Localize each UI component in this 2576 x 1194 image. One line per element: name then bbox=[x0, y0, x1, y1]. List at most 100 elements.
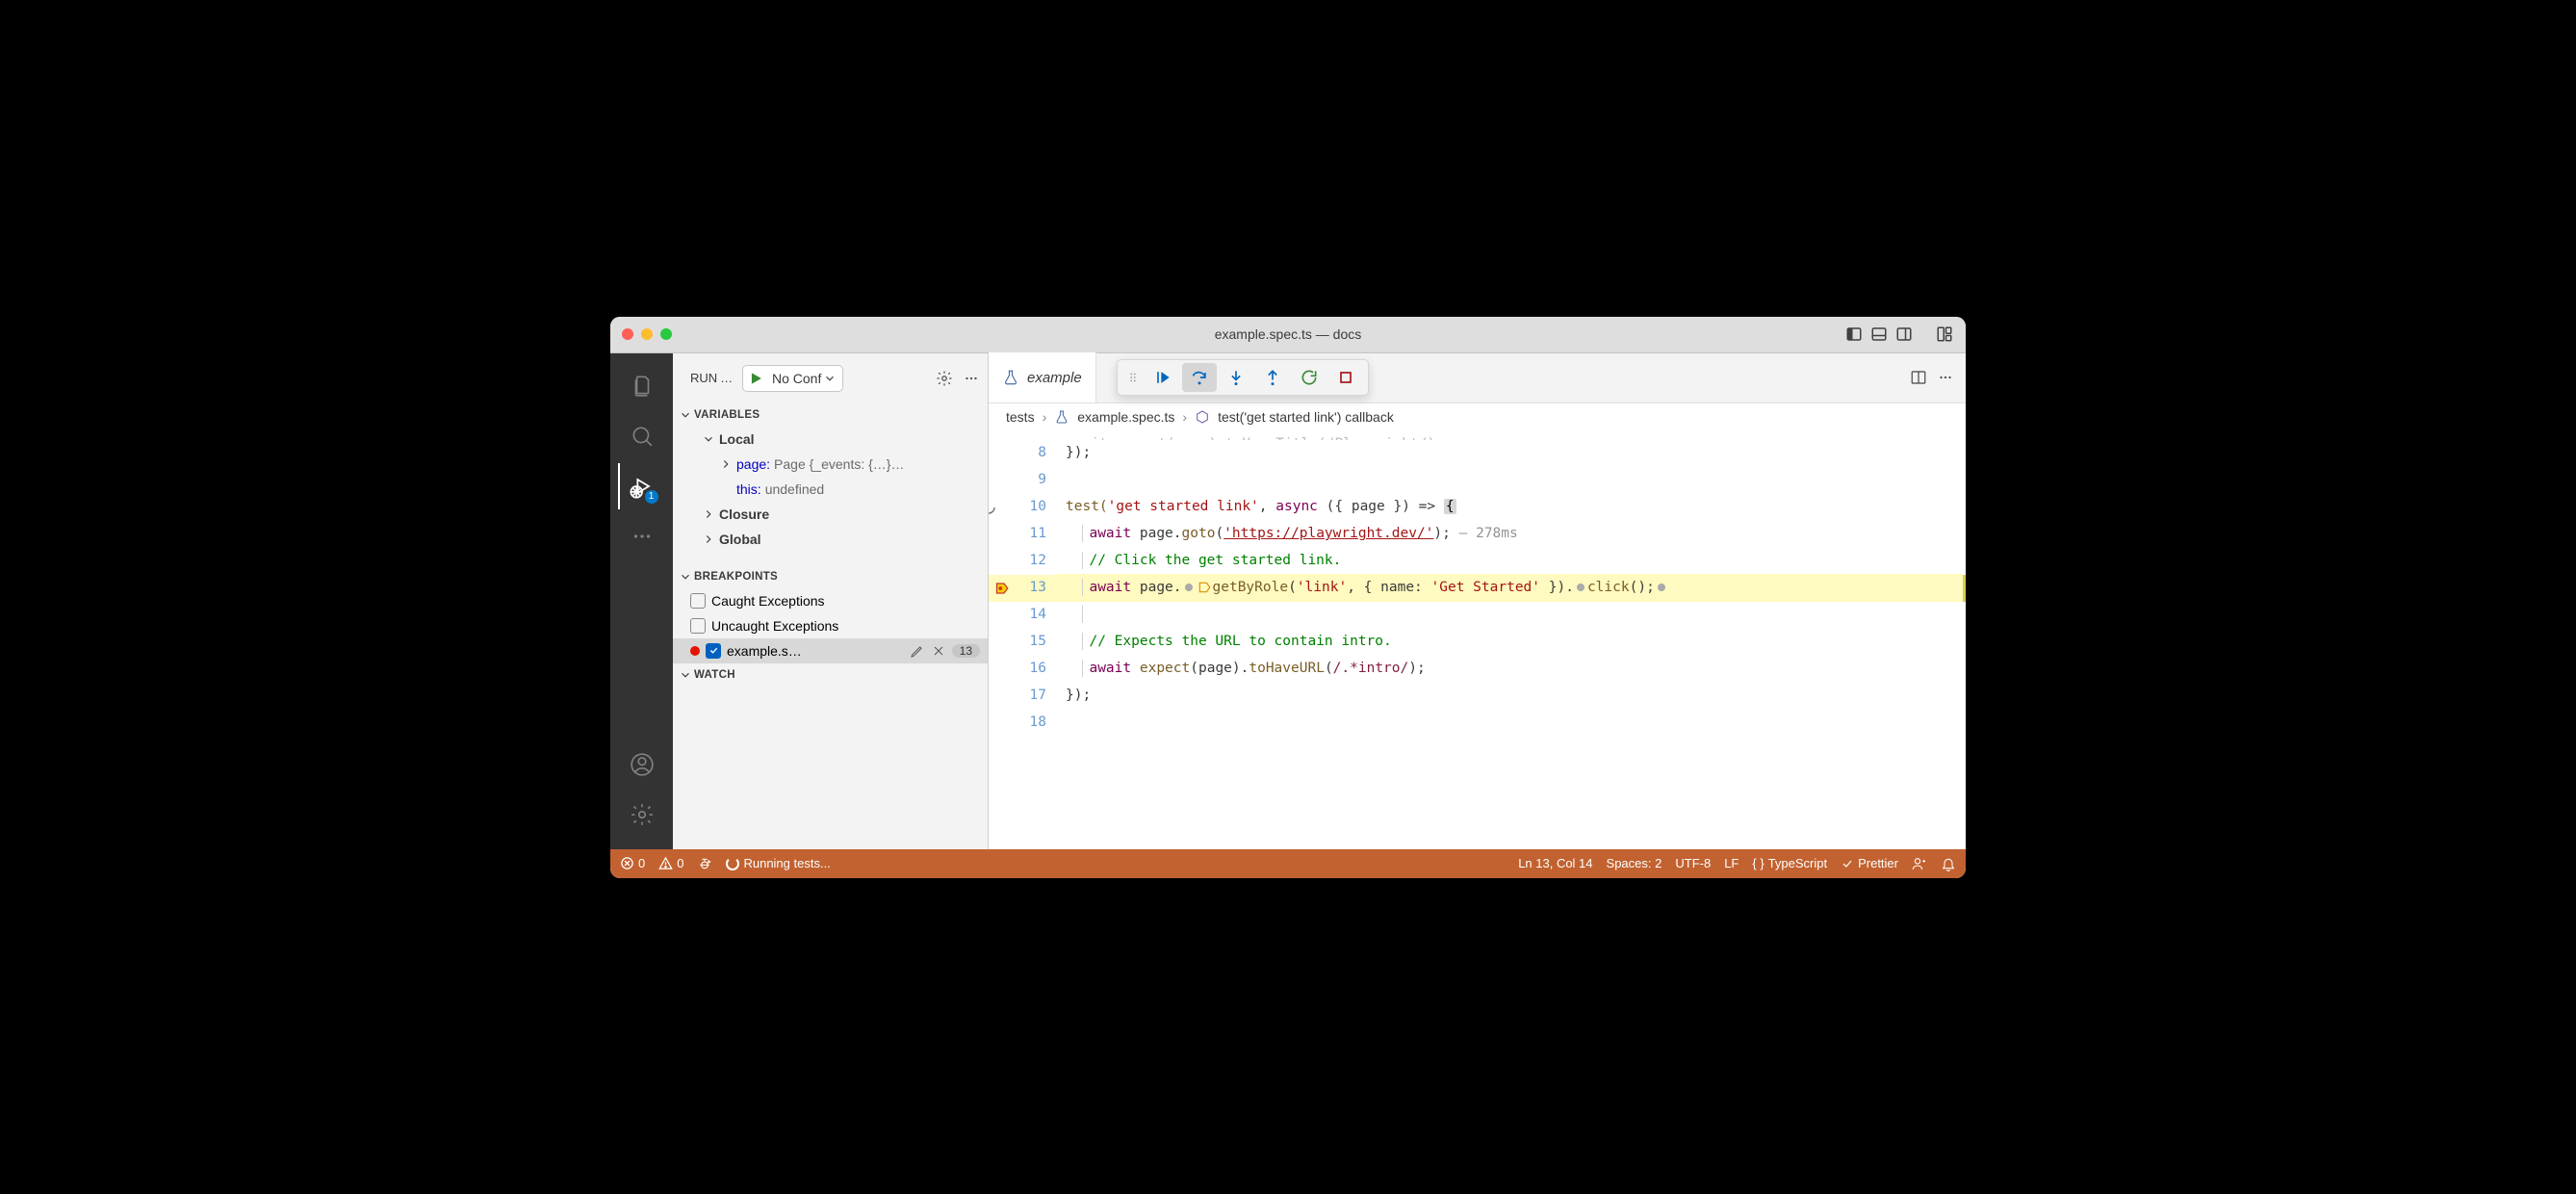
bp-file[interactable]: example.s… 13 bbox=[673, 638, 988, 663]
scope-local[interactable]: Local bbox=[673, 427, 988, 452]
config-select[interactable]: No Conf bbox=[768, 371, 842, 386]
var-this[interactable]: this: undefined bbox=[673, 477, 988, 502]
config-label: No Conf bbox=[772, 371, 821, 386]
scope-label: Global bbox=[719, 532, 761, 547]
restart-icon[interactable] bbox=[1292, 363, 1327, 392]
scope-label: Local bbox=[719, 431, 755, 447]
window-title: example.spec.ts — docs bbox=[610, 326, 1966, 342]
minimize-window-icon[interactable] bbox=[641, 328, 653, 340]
language-mode[interactable]: { }TypeScript bbox=[1752, 856, 1827, 870]
more-icon[interactable] bbox=[619, 513, 665, 559]
code-editor[interactable]: await expect(page).toHaveTitle(/Playwrig… bbox=[989, 430, 1966, 849]
traffic-lights bbox=[622, 328, 672, 340]
stop-icon[interactable] bbox=[1328, 363, 1363, 392]
explorer-icon[interactable] bbox=[619, 363, 665, 409]
step-over-icon[interactable] bbox=[1182, 363, 1217, 392]
section-label: BREAKPOINTS bbox=[694, 571, 778, 583]
bp-label: Caught Exceptions bbox=[711, 593, 980, 609]
run-debug-icon[interactable]: 1 bbox=[618, 463, 664, 509]
debug-badge: 1 bbox=[645, 490, 658, 504]
search-icon[interactable] bbox=[619, 413, 665, 459]
running-tests-item[interactable]: Running tests... bbox=[726, 856, 830, 870]
bp-label: Uncaught Exceptions bbox=[711, 618, 980, 634]
customize-layout-icon[interactable] bbox=[1935, 324, 1954, 344]
status-bar: 0 0 Running tests... Ln 13, Col 14 Space… bbox=[610, 849, 1966, 878]
breakpoint-dot-icon bbox=[690, 646, 700, 656]
sidebar-title: RUN AND DEBUG bbox=[690, 371, 736, 385]
section-watch[interactable]: WATCH bbox=[673, 663, 988, 687]
warnings-item[interactable]: 0 bbox=[658, 856, 683, 870]
breakpoint-current-icon bbox=[994, 581, 1009, 595]
grip-icon[interactable] bbox=[1122, 371, 1144, 384]
ellipsis-icon[interactable] bbox=[963, 370, 980, 387]
checkbox-checked-icon[interactable] bbox=[706, 643, 721, 659]
debug-status-icon[interactable] bbox=[697, 856, 712, 871]
encoding[interactable]: UTF-8 bbox=[1675, 856, 1711, 870]
feedback-icon[interactable] bbox=[1912, 856, 1927, 871]
frame-marker-icon bbox=[1198, 581, 1211, 594]
bp-label: example.s… bbox=[727, 643, 904, 659]
beaker-icon bbox=[1002, 369, 1019, 386]
bell-icon[interactable] bbox=[1941, 856, 1956, 871]
eol[interactable]: LF bbox=[1724, 856, 1739, 870]
bc-symbol[interactable]: test('get started link') callback bbox=[1218, 409, 1394, 425]
settings-icon[interactable] bbox=[619, 792, 665, 838]
cursor-position[interactable]: Ln 13, Col 14 bbox=[1518, 856, 1592, 870]
start-debug-icon[interactable] bbox=[743, 372, 768, 385]
sidebar-header: RUN AND DEBUG No Conf bbox=[673, 353, 988, 403]
inline-marker-icon bbox=[1577, 584, 1584, 591]
edit-icon[interactable] bbox=[910, 643, 925, 659]
activity-bar: 1 bbox=[610, 353, 673, 849]
vscode-window: example.spec.ts — docs 1 RUN AND DEBU bbox=[610, 317, 1966, 878]
symbol-icon bbox=[1195, 409, 1210, 425]
layout-panel-icon[interactable] bbox=[1869, 324, 1889, 344]
current-line: 13 await page.getByRole('link', { name: … bbox=[989, 575, 1966, 602]
close-window-icon[interactable] bbox=[622, 328, 633, 340]
section-variables[interactable]: VARIABLES bbox=[673, 403, 988, 427]
remove-icon[interactable] bbox=[931, 643, 946, 659]
scope-closure[interactable]: Closure bbox=[673, 502, 988, 527]
scope-label: Closure bbox=[719, 506, 769, 522]
ellipsis-icon[interactable] bbox=[1937, 369, 1954, 386]
step-into-icon[interactable] bbox=[1219, 363, 1253, 392]
section-breakpoints[interactable]: BREAKPOINTS bbox=[673, 565, 988, 588]
debug-config[interactable]: No Conf bbox=[742, 365, 843, 392]
chevron-right-icon: › bbox=[1182, 409, 1187, 425]
breadcrumb[interactable]: tests › example.spec.ts › test('get star… bbox=[989, 403, 1966, 430]
bp-caught[interactable]: Caught Exceptions bbox=[673, 588, 988, 613]
prettier-item[interactable]: Prettier bbox=[1841, 856, 1898, 870]
layout-sidebar-left-icon[interactable] bbox=[1844, 324, 1864, 344]
braces-icon: { } bbox=[1752, 856, 1764, 870]
debug-sidebar: RUN AND DEBUG No Conf VARIABLES Local pa… bbox=[673, 353, 989, 849]
debug-toolbar[interactable] bbox=[1117, 359, 1369, 396]
continue-icon[interactable] bbox=[1146, 363, 1180, 392]
checkbox-icon[interactable] bbox=[690, 618, 706, 634]
clipped-line: await expect(page).toHaveTitle(/Playwrig… bbox=[989, 430, 1966, 440]
var-page[interactable]: page: Page {_events: {…}… bbox=[673, 452, 988, 477]
inline-marker-icon bbox=[1185, 584, 1193, 591]
bp-line-number: 13 bbox=[952, 644, 980, 658]
tab-example[interactable]: example bbox=[989, 352, 1096, 402]
bc-file[interactable]: example.spec.ts bbox=[1077, 409, 1174, 425]
errors-item[interactable]: 0 bbox=[620, 856, 645, 870]
bc-tests[interactable]: tests bbox=[1006, 409, 1035, 425]
indentation[interactable]: Spaces: 2 bbox=[1607, 856, 1662, 870]
scope-global[interactable]: Global bbox=[673, 527, 988, 552]
inline-marker-icon bbox=[1658, 584, 1665, 591]
step-out-icon[interactable] bbox=[1255, 363, 1290, 392]
chevron-right-icon: › bbox=[1043, 409, 1047, 425]
checkbox-icon[interactable] bbox=[690, 593, 706, 609]
gear-icon[interactable] bbox=[936, 370, 953, 387]
beaker-icon bbox=[1054, 409, 1069, 425]
test-running-icon bbox=[989, 500, 996, 515]
section-label: VARIABLES bbox=[694, 409, 760, 421]
section-label: WATCH bbox=[694, 669, 735, 681]
variables-tree: Local page: Page {_events: {…}… this: un… bbox=[673, 427, 988, 552]
tabs-row: example bbox=[989, 353, 1966, 403]
split-editor-icon[interactable] bbox=[1910, 369, 1927, 386]
spinner-icon bbox=[726, 857, 739, 870]
zoom-window-icon[interactable] bbox=[660, 328, 672, 340]
accounts-icon[interactable] bbox=[619, 741, 665, 788]
layout-sidebar-right-icon[interactable] bbox=[1894, 324, 1914, 344]
bp-uncaught[interactable]: Uncaught Exceptions bbox=[673, 613, 988, 638]
